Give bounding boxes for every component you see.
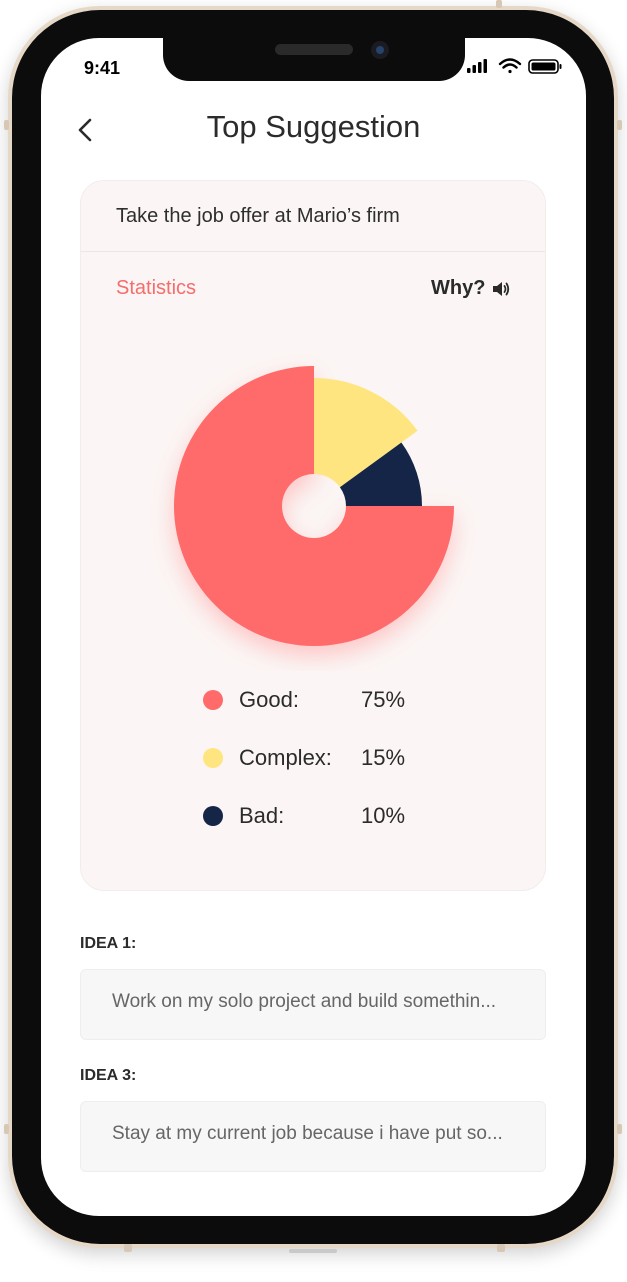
why-label: Why? [431,277,486,299]
legend-dot-bad [203,806,223,826]
idea-1-card[interactable]: Work on my solo project and build someth… [80,969,546,1040]
wifi-icon [498,58,522,74]
front-camera [371,41,389,59]
speaker-icon [493,281,510,296]
earpiece-speaker [275,44,353,55]
battery-icon [528,59,562,74]
legend-item-complex: Complex: 15% [201,739,461,797]
idea-3-text: Stay at my current job because i have pu… [112,1123,503,1144]
why-button[interactable]: Why? [431,277,511,300]
idea-3-card[interactable]: Stay at my current job because i have pu… [80,1101,546,1172]
side-button-bottom-left [124,1244,132,1252]
status-icons [467,58,562,74]
chart-legend: Good: 75% Complex: 15% Bad: 10% [201,681,461,855]
legend-label-complex: Complex: [239,745,332,770]
home-indicator [289,1249,337,1253]
suggestion-title: Take the job offer at Mario’s firm [116,205,400,227]
legend-dot-good [203,690,223,710]
page-title: Top Suggestion [206,109,421,144]
side-button-bottom-right [497,1244,505,1252]
legend-label-good: Good: [239,687,299,712]
legend-dot-complex [203,748,223,768]
side-button-right-lower [617,1124,622,1134]
suggestion-card: Take the job offer at Mario’s firm Stati… [80,180,546,891]
legend-label-bad: Bad: [239,803,285,828]
legend-item-bad: Bad: 10% [201,797,461,855]
idea-3-label: IDEA 3: [80,1067,137,1084]
status-time: 9:41 [84,58,121,78]
pie-chart [174,366,454,646]
idea-1-text: Work on my solo project and build someth… [112,991,497,1012]
legend-value-complex: 15% [361,745,406,770]
legend-value-bad: 10% [361,803,406,828]
suggestion-card-header: Take the job offer at Mario’s firm [81,181,545,252]
statistics-label: Statistics [116,277,197,299]
legend-value-good: 75% [361,687,406,712]
idea-1-label: IDEA 1: [80,935,137,952]
side-button-left-lower [4,1124,9,1134]
cellular-signal-icon [467,59,487,73]
legend-item-good: Good: 75% [201,681,461,739]
side-button-top [496,0,502,8]
